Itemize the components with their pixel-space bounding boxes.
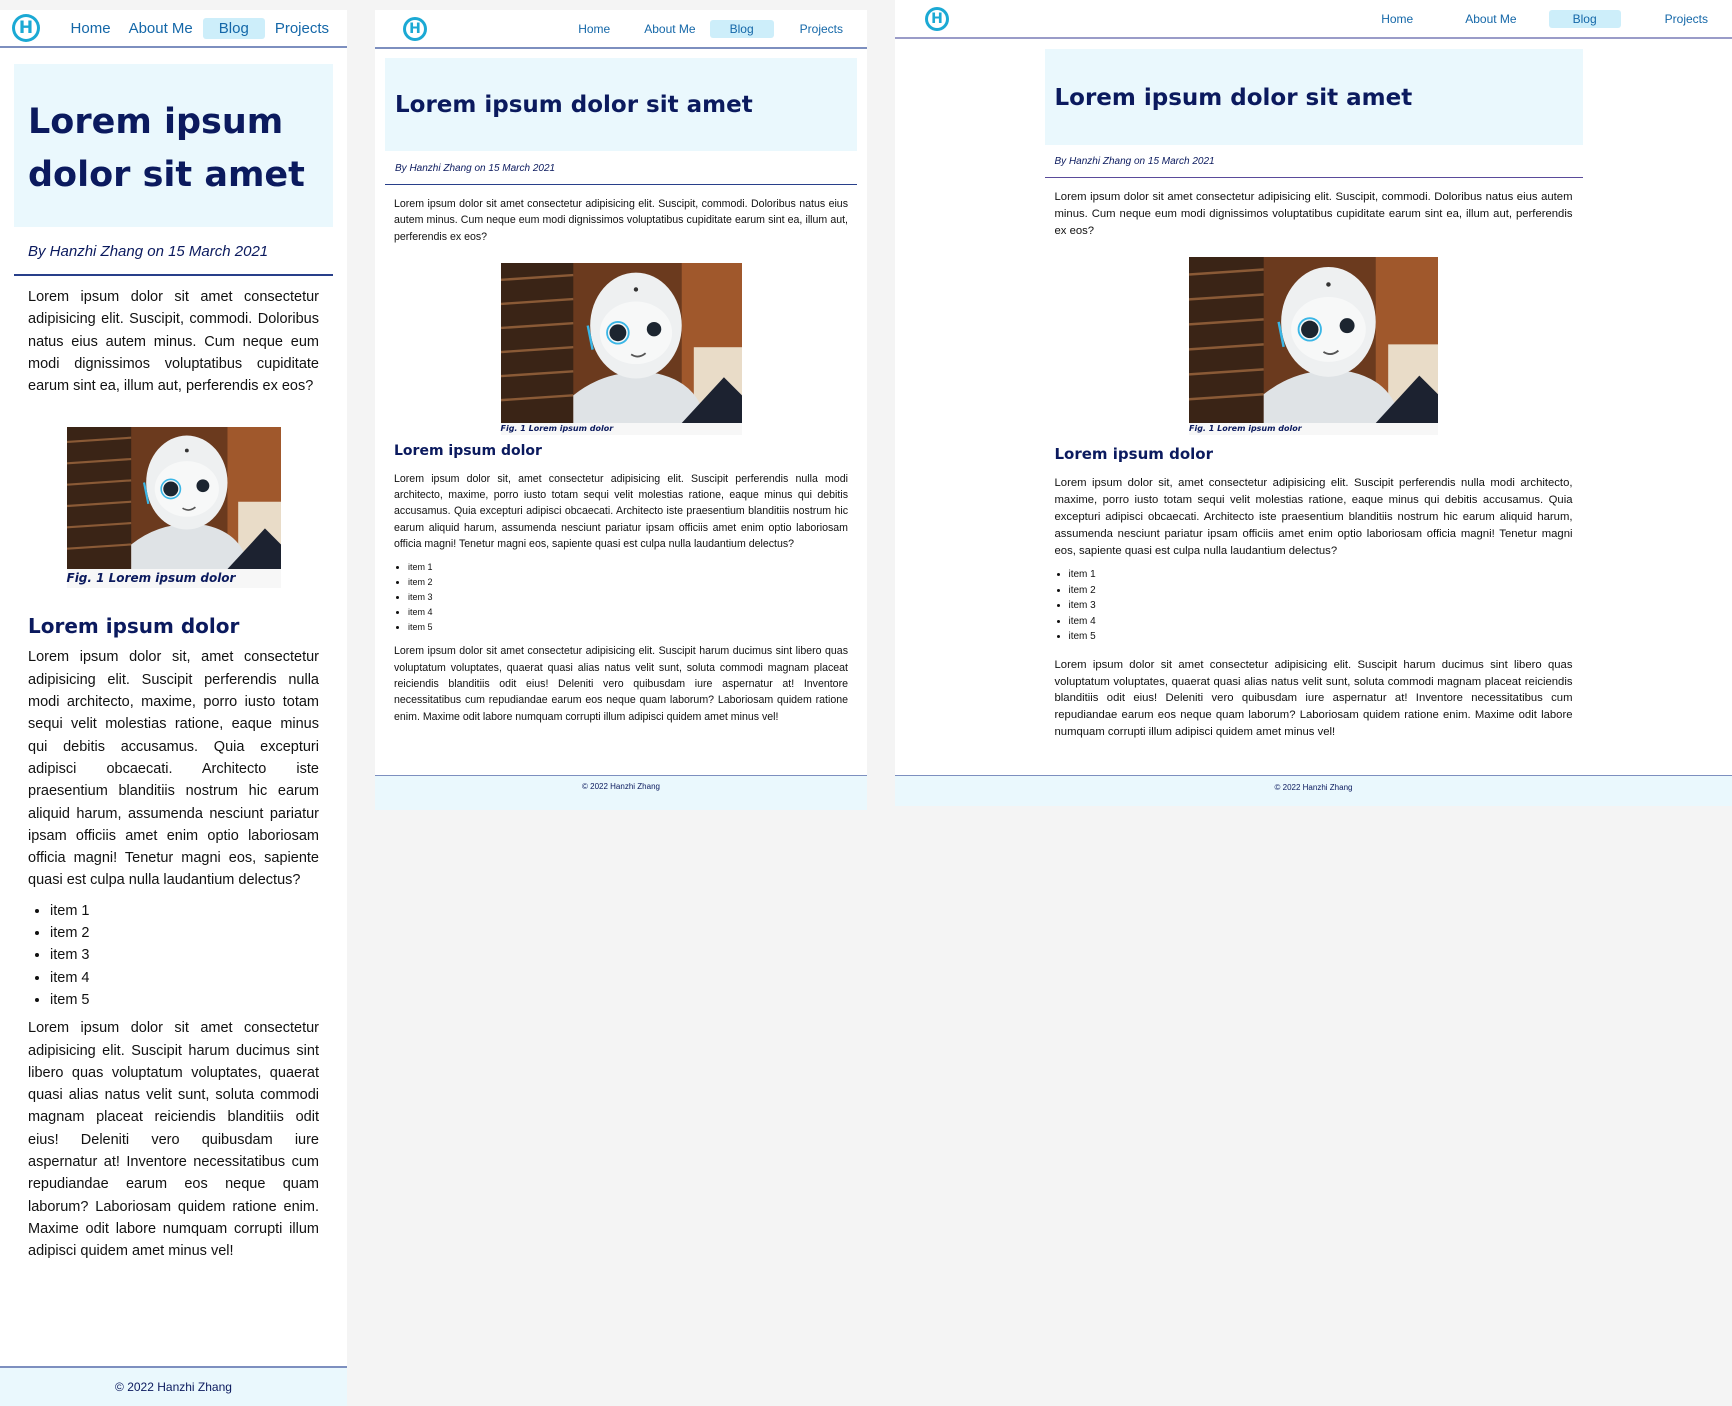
navbar: H Home About Me Blog Projects [0, 10, 347, 48]
navbar: H Home About Me Blog Projects [895, 0, 1732, 39]
intro-paragraph: Lorem ipsum dolor sit amet consectetur a… [28, 289, 319, 395]
list-item: item 1 [50, 900, 319, 922]
list-item: item 1 [408, 560, 848, 575]
figure-caption: Fig. 1 Lorem ipsum dolor [1189, 424, 1302, 434]
body-paragraph: Lorem ipsum dolor sit, amet consectetur … [394, 472, 848, 551]
item-list: item 1 item 2 item 3 item 4 item 5 [1055, 567, 1573, 645]
list-item: item 4 [1069, 614, 1573, 630]
figure-caption: Fig. 1 Lorem ipsum dolor [66, 571, 236, 586]
article-figure: Fig. 1 Lorem ipsum dolor [500, 262, 742, 435]
nav-home-link[interactable]: Home [1373, 10, 1421, 28]
navbar: H Home About Me Blog Projects [375, 10, 867, 49]
nav-links: Home About Me Blog Projects [1337, 9, 1716, 28]
h-logo-icon[interactable]: H [925, 6, 949, 31]
h-logo-icon[interactable]: H [12, 14, 40, 42]
nav-home-link[interactable]: Home [63, 18, 119, 39]
intro-paragraph: Lorem ipsum dolor sit amet consectetur a… [394, 198, 848, 243]
article-subheading: Lorem ipsum dolor [394, 442, 542, 459]
h-logo-icon[interactable]: H [403, 16, 427, 41]
article-byline: By Hanzhi Zhang on 15 March 2021 [1044, 145, 1583, 178]
article-subheading: Lorem ipsum dolor [1054, 445, 1214, 464]
main-column: Lorem ipsum dolor sit amet By Hanzhi Zha… [1044, 49, 1583, 741]
article-hero: Lorem ipsum dolor sit amet [1044, 49, 1583, 145]
nav-projects-link[interactable]: Projects [792, 20, 851, 38]
robot-photo [66, 427, 281, 570]
closing-paragraph: Lorem ipsum dolor sit amet consectetur a… [394, 645, 848, 723]
article-figure: Fig. 1 Lorem ipsum dolor [66, 427, 281, 589]
article-byline: By Hanzhi Zhang on 15 March 2021 [385, 151, 857, 185]
mobile-preview: H Home About Me Blog Projects Lorem ipsu… [0, 10, 347, 1406]
list-item: item 3 [408, 590, 848, 605]
nav-about-link[interactable]: About Me [1457, 10, 1524, 28]
list-item: item 5 [1069, 629, 1573, 645]
article-byline: By Hanzhi Zhang on 15 March 2021 [14, 227, 333, 276]
list-item: item 1 [1069, 567, 1573, 583]
nav-home-link[interactable]: Home [570, 20, 618, 38]
article-title: Lorem ipsum dolor sit amet [395, 92, 753, 118]
article-subheading: Lorem ipsum dolor [28, 614, 240, 639]
article-hero: Lorem ipsum dolor sit amet [14, 64, 333, 227]
nav-links: Home About Me Blog Projects [61, 17, 337, 39]
article-body: Lorem ipsum dolor sit amet consectetur a… [1045, 178, 1583, 741]
tablet-preview: H Home About Me Blog Projects Lorem ipsu… [375, 10, 867, 810]
list-item: item 2 [50, 922, 319, 944]
nav-blog-link[interactable]: Blog [202, 17, 265, 39]
nav-blog-link[interactable]: Blog [1548, 9, 1621, 28]
article-body: Lorem ipsum dolor sit amet consectetur a… [0, 276, 347, 1263]
article-figure: Fig. 1 Lorem ipsum dolor [1189, 257, 1438, 436]
list-item: item 5 [408, 620, 848, 635]
figure-caption: Fig. 1 Lorem ipsum dolor [500, 423, 614, 433]
article-title: Lorem ipsum dolor sit amet [1054, 85, 1413, 111]
item-list: item 1 item 2 item 3 item 4 item 5 [394, 560, 848, 635]
closing-paragraph: Lorem ipsum dolor sit amet consectetur a… [1054, 658, 1573, 739]
nav-about-link[interactable]: About Me [121, 18, 201, 39]
desktop-preview: H Home About Me Blog Projects Lorem ipsu… [895, 0, 1732, 806]
nav-about-link[interactable]: About Me [636, 20, 703, 38]
nav-blog-link[interactable]: Blog [709, 19, 774, 38]
article-title: Lorem ipsum dolor sit amet [28, 102, 305, 195]
footer: © 2022 Hanzhi Zhang [0, 1366, 347, 1406]
nav-projects-link[interactable]: Projects [1657, 10, 1716, 28]
list-item: item 3 [50, 944, 319, 966]
robot-photo [500, 262, 742, 423]
body-paragraph: Lorem ipsum dolor sit, amet consectetur … [1054, 477, 1573, 557]
intro-paragraph: Lorem ipsum dolor sit amet consectetur a… [1054, 191, 1573, 237]
article-hero: Lorem ipsum dolor sit amet [385, 58, 857, 151]
list-item: item 2 [1069, 583, 1573, 599]
list-item: item 3 [1069, 598, 1573, 614]
footer: © 2022 Hanzhi Zhang [895, 775, 1732, 806]
nav-projects-link[interactable]: Projects [267, 18, 337, 39]
item-list: item 1 item 2 item 3 item 4 item 5 [28, 900, 319, 1011]
list-item: item 4 [50, 967, 319, 989]
nav-links: Home About Me Blog Projects [552, 19, 851, 38]
footer: © 2022 Hanzhi Zhang [375, 775, 867, 810]
body-paragraph: Lorem ipsum dolor sit, amet consectetur … [28, 649, 319, 889]
list-item: item 4 [408, 605, 848, 620]
article-body: Lorem ipsum dolor sit amet consectetur a… [375, 185, 867, 725]
list-item: item 5 [50, 989, 319, 1011]
closing-paragraph: Lorem ipsum dolor sit amet consectetur a… [28, 1020, 319, 1260]
robot-photo [1189, 257, 1438, 424]
list-item: item 2 [408, 575, 848, 590]
